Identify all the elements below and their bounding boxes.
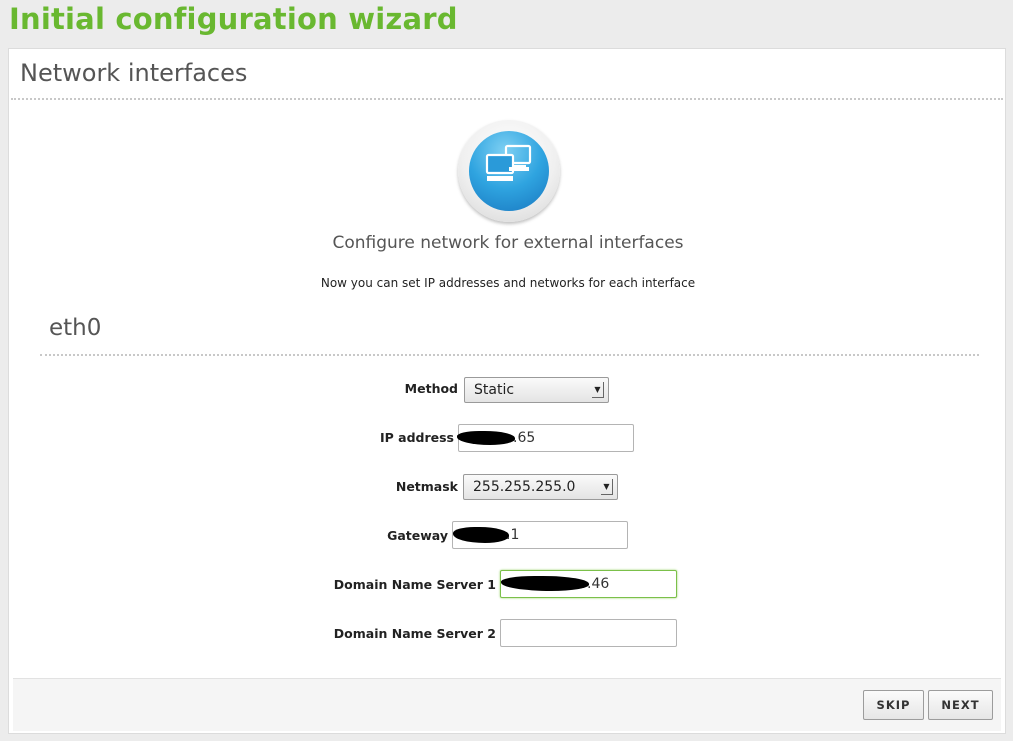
redaction-mark <box>501 576 589 591</box>
wizard-subtitle: Configure network for external interface… <box>332 233 684 253</box>
redaction-mark <box>453 527 509 543</box>
method-label: Method <box>404 381 458 396</box>
method-select[interactable]: Static ▼ <box>464 377 609 403</box>
redaction-mark <box>457 431 515 445</box>
dropdown-arrow-icon: ▼ <box>601 479 613 495</box>
ip-address-value: .65 <box>513 430 536 446</box>
skip-button[interactable]: SKIP <box>863 690 924 720</box>
wizard-footer: SKIP NEXT <box>13 678 1001 731</box>
page-title: Initial configuration wizard <box>9 2 458 36</box>
gateway-value: .1 <box>506 527 520 543</box>
interface-header: eth0 <box>40 315 979 356</box>
network-computers-icon <box>458 120 560 222</box>
dropdown-arrow-icon: ▼ <box>592 382 604 398</box>
netmask-select[interactable]: 255.255.255.0 ▼ <box>463 474 618 500</box>
dns1-value: .46 <box>587 576 610 592</box>
gateway-label: Gateway <box>387 528 448 543</box>
wizard-description: Now you can set IP addresses and network… <box>320 276 696 290</box>
gateway-input[interactable]: .1 <box>452 521 628 549</box>
netmask-label: Netmask <box>395 479 458 494</box>
wizard-panel: Network interfaces Configure network for… <box>8 48 1006 734</box>
network-icon-badge <box>469 131 549 211</box>
ip-address-label: IP address <box>379 430 454 445</box>
ip-address-input[interactable]: .65 <box>457 424 634 452</box>
computers-glyph-icon <box>485 144 532 181</box>
dns1-label: Domain Name Server 1 <box>333 577 496 592</box>
dns1-input[interactable]: .46 <box>500 570 677 598</box>
dns2-label: Domain Name Server 2 <box>333 626 496 641</box>
panel-title: Network interfaces <box>20 59 248 87</box>
dns2-input[interactable] <box>500 619 677 647</box>
netmask-select-value: 255.255.255.0 <box>473 479 576 495</box>
panel-header: Network interfaces <box>11 49 1003 100</box>
next-button[interactable]: NEXT <box>928 690 993 720</box>
interface-name: eth0 <box>49 315 102 341</box>
method-select-value: Static <box>474 382 515 398</box>
